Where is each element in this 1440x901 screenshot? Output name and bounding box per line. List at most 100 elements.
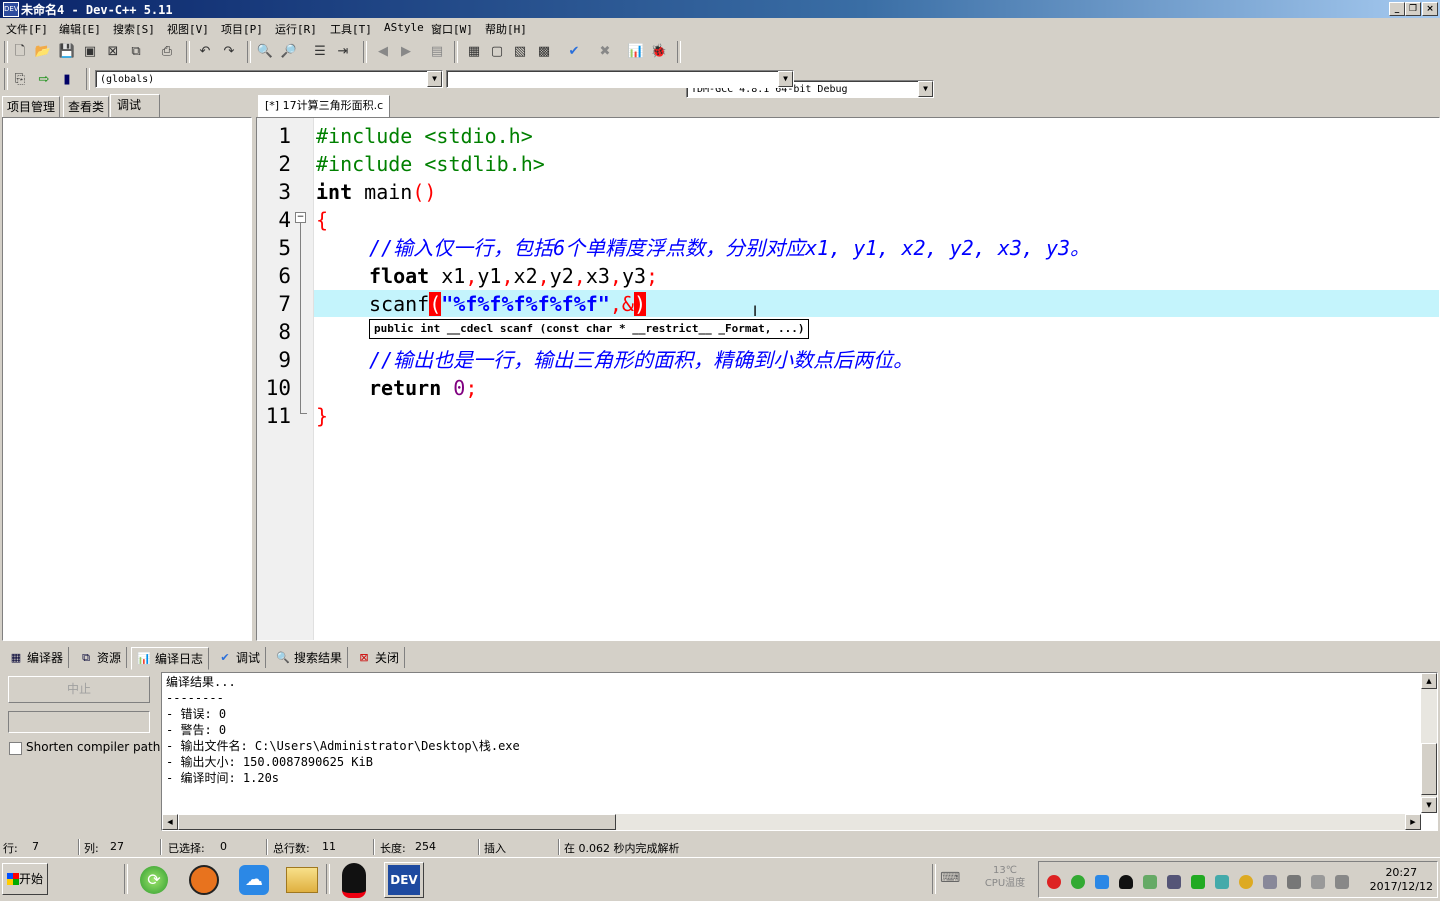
indent-right-icon[interactable]: ▶ — [396, 41, 416, 61]
scope-select[interactable]: (globals) ▼ — [95, 70, 443, 88]
file-explorer-icon[interactable] — [282, 862, 322, 898]
scroll-up-icon[interactable]: ▲ — [1421, 673, 1437, 689]
tab-compile-log[interactable]: 📊 编译日志 — [131, 647, 210, 670]
minimize-button[interactable]: _ — [1389, 2, 1405, 16]
line-number: 10 — [265, 376, 291, 400]
line-number: 1 — [278, 124, 291, 148]
tray-speaker-icon[interactable] — [1335, 875, 1349, 889]
chevron-down-icon[interactable]: ▼ — [778, 71, 793, 87]
scroll-right-icon[interactable]: ▶ — [1405, 814, 1421, 830]
scroll-down-icon[interactable]: ▼ — [1421, 797, 1437, 813]
open-file-icon[interactable]: 📂 — [33, 41, 53, 61]
tray-battery-icon[interactable] — [1191, 875, 1205, 889]
close-file-icon[interactable]: ⊠ — [103, 41, 123, 61]
menu-file[interactable]: 文件[F] — [6, 21, 48, 37]
save-all-icon[interactable]: ▣ — [80, 41, 100, 61]
menu-astyle[interactable]: AStyle — [384, 21, 424, 34]
menu-tools[interactable]: 工具[T] — [330, 21, 372, 37]
fold-collapse-icon[interactable]: − — [295, 212, 306, 223]
tab-class-browser[interactable]: 查看类 — [63, 96, 110, 118]
scroll-thumb[interactable] — [1421, 743, 1437, 795]
goto-icon[interactable]: ⇨ — [34, 69, 54, 89]
chevron-down-icon[interactable]: ▼ — [918, 81, 933, 97]
compile-icon[interactable]: ▦ — [464, 41, 484, 61]
tray-monitor-icon[interactable] — [1311, 875, 1325, 889]
keyboard-icon[interactable]: ⌨ — [940, 870, 960, 886]
shorten-paths-checkbox[interactable] — [9, 742, 22, 755]
dev-cpp-taskbar-button[interactable]: DEV — [384, 862, 424, 898]
main-toolbar: 🗋 📂 💾 ▣ ⊠ ⧉ ⎙ ↶ ↷ 🔍 🔎 ☰ ⇥ ◀ ▶ ▤ ▦ ▢ ▧ ▩ … — [0, 38, 1440, 98]
redo-icon[interactable]: ↷ — [219, 41, 239, 61]
code-editor[interactable]: 1 2 3 4 5 6 7 8 9 10 11 − #include <stdi… — [256, 117, 1440, 641]
restore-button[interactable]: ❐ — [1405, 2, 1421, 16]
bookmark-icon[interactable]: ⇥ — [333, 41, 353, 61]
360-browser-icon[interactable]: ⟳ — [134, 862, 174, 898]
tab-resources[interactable]: ⧉ 资源 — [74, 647, 128, 668]
goto-line-icon[interactable]: ☰ — [310, 41, 330, 61]
profile-icon[interactable]: 📊 — [626, 41, 646, 61]
close-all-icon[interactable]: ⧉ — [126, 41, 146, 61]
bookmark-toggle-icon[interactable]: ▮ — [57, 69, 77, 89]
tray-360-icon[interactable] — [1071, 875, 1085, 889]
code-line-3: int main() — [316, 180, 437, 204]
save-icon[interactable]: 💾 — [57, 41, 77, 61]
tray-antivirus-icon[interactable] — [1047, 875, 1061, 889]
scroll-left-icon[interactable]: ◀ — [162, 814, 178, 830]
chevron-down-icon[interactable]: ▼ — [427, 71, 442, 87]
tray-qq-icon[interactable] — [1119, 875, 1133, 889]
left-panel-content[interactable] — [2, 117, 252, 641]
qq-icon[interactable] — [334, 862, 374, 898]
line-number: 4 — [278, 208, 291, 232]
menu-window[interactable]: 窗口[W] — [431, 21, 473, 37]
tab-search-results[interactable]: 🔍 搜索结果 — [271, 647, 349, 668]
volume-icon[interactable] — [1287, 875, 1301, 889]
menu-help[interactable]: 帮助[H] — [485, 21, 527, 37]
rebuild-icon[interactable]: ▩ — [534, 41, 554, 61]
tab-debug-output[interactable]: ✔ 调试 — [213, 647, 267, 668]
find-icon[interactable]: 🔍 — [255, 41, 275, 61]
tab-debug[interactable]: 调试 — [110, 94, 160, 118]
start-button[interactable]: 开始 — [2, 863, 48, 895]
check-icon: ✔ — [220, 651, 230, 664]
compile-run-icon[interactable]: ▧ — [510, 41, 530, 61]
menu-run[interactable]: 运行[R] — [275, 21, 317, 37]
menu-view[interactable]: 视图[V] — [167, 21, 209, 37]
tab-compiler[interactable]: ▦ 编译器 — [4, 647, 70, 668]
compile-log[interactable]: 编译结果... -------- - 错误: 0 - 警告: 0 - 输出文件名… — [161, 672, 1438, 831]
tray-tools-icon[interactable] — [1263, 875, 1277, 889]
tray-sync-icon[interactable] — [1215, 875, 1229, 889]
clock[interactable]: 20:27 2017/12/12 — [1370, 866, 1433, 894]
debug-icon[interactable]: 🐞 — [649, 41, 669, 61]
menu-project[interactable]: 项目[P] — [221, 21, 263, 37]
tray-network-icon[interactable] — [1095, 875, 1109, 889]
baidu-cloud-icon[interactable]: ☁ — [234, 862, 274, 898]
abort-button[interactable]: 中止 — [8, 676, 150, 703]
tray-users-icon[interactable] — [1167, 875, 1181, 889]
fold-line — [300, 223, 301, 413]
print-icon[interactable]: ⎙ — [157, 41, 177, 61]
new-file-icon[interactable]: 🗋 — [10, 41, 30, 61]
run-icon[interactable]: ▢ — [487, 41, 507, 61]
stop-icon[interactable]: ✖ — [595, 41, 615, 61]
log-horizontal-scrollbar[interactable]: ◀ ▶ — [162, 814, 1421, 830]
status-total: 11 — [322, 840, 336, 853]
tab-close[interactable]: ⊠ 关闭 — [352, 647, 406, 668]
log-vertical-scrollbar[interactable]: ▲ ▼ — [1421, 673, 1437, 813]
menu-edit[interactable]: 编辑[E] — [59, 21, 101, 37]
toggle-comment-icon[interactable]: ▤ — [427, 41, 447, 61]
undo-icon[interactable]: ↶ — [195, 41, 215, 61]
tab-project-manager[interactable]: 项目管理 — [2, 96, 61, 118]
replace-icon[interactable]: 🔎 — [279, 41, 299, 61]
avatar-app-icon[interactable] — [184, 862, 224, 898]
tray-check-icon[interactable] — [1143, 875, 1157, 889]
member-select[interactable]: ▼ — [446, 70, 794, 88]
scroll-thumb[interactable] — [178, 814, 616, 830]
insert-icon[interactable]: ⎘ — [10, 69, 30, 89]
close-button[interactable]: × — [1422, 2, 1438, 16]
check-syntax-icon[interactable]: ✔ — [564, 41, 584, 61]
code-line-1: #include <stdio.h> — [316, 124, 533, 148]
tray-security-icon[interactable] — [1239, 875, 1253, 889]
indent-left-icon[interactable]: ◀ — [373, 41, 393, 61]
editor-file-tab[interactable]: [*] 17计算三角形面积.c — [258, 95, 391, 118]
menu-search[interactable]: 搜索[S] — [113, 21, 155, 37]
